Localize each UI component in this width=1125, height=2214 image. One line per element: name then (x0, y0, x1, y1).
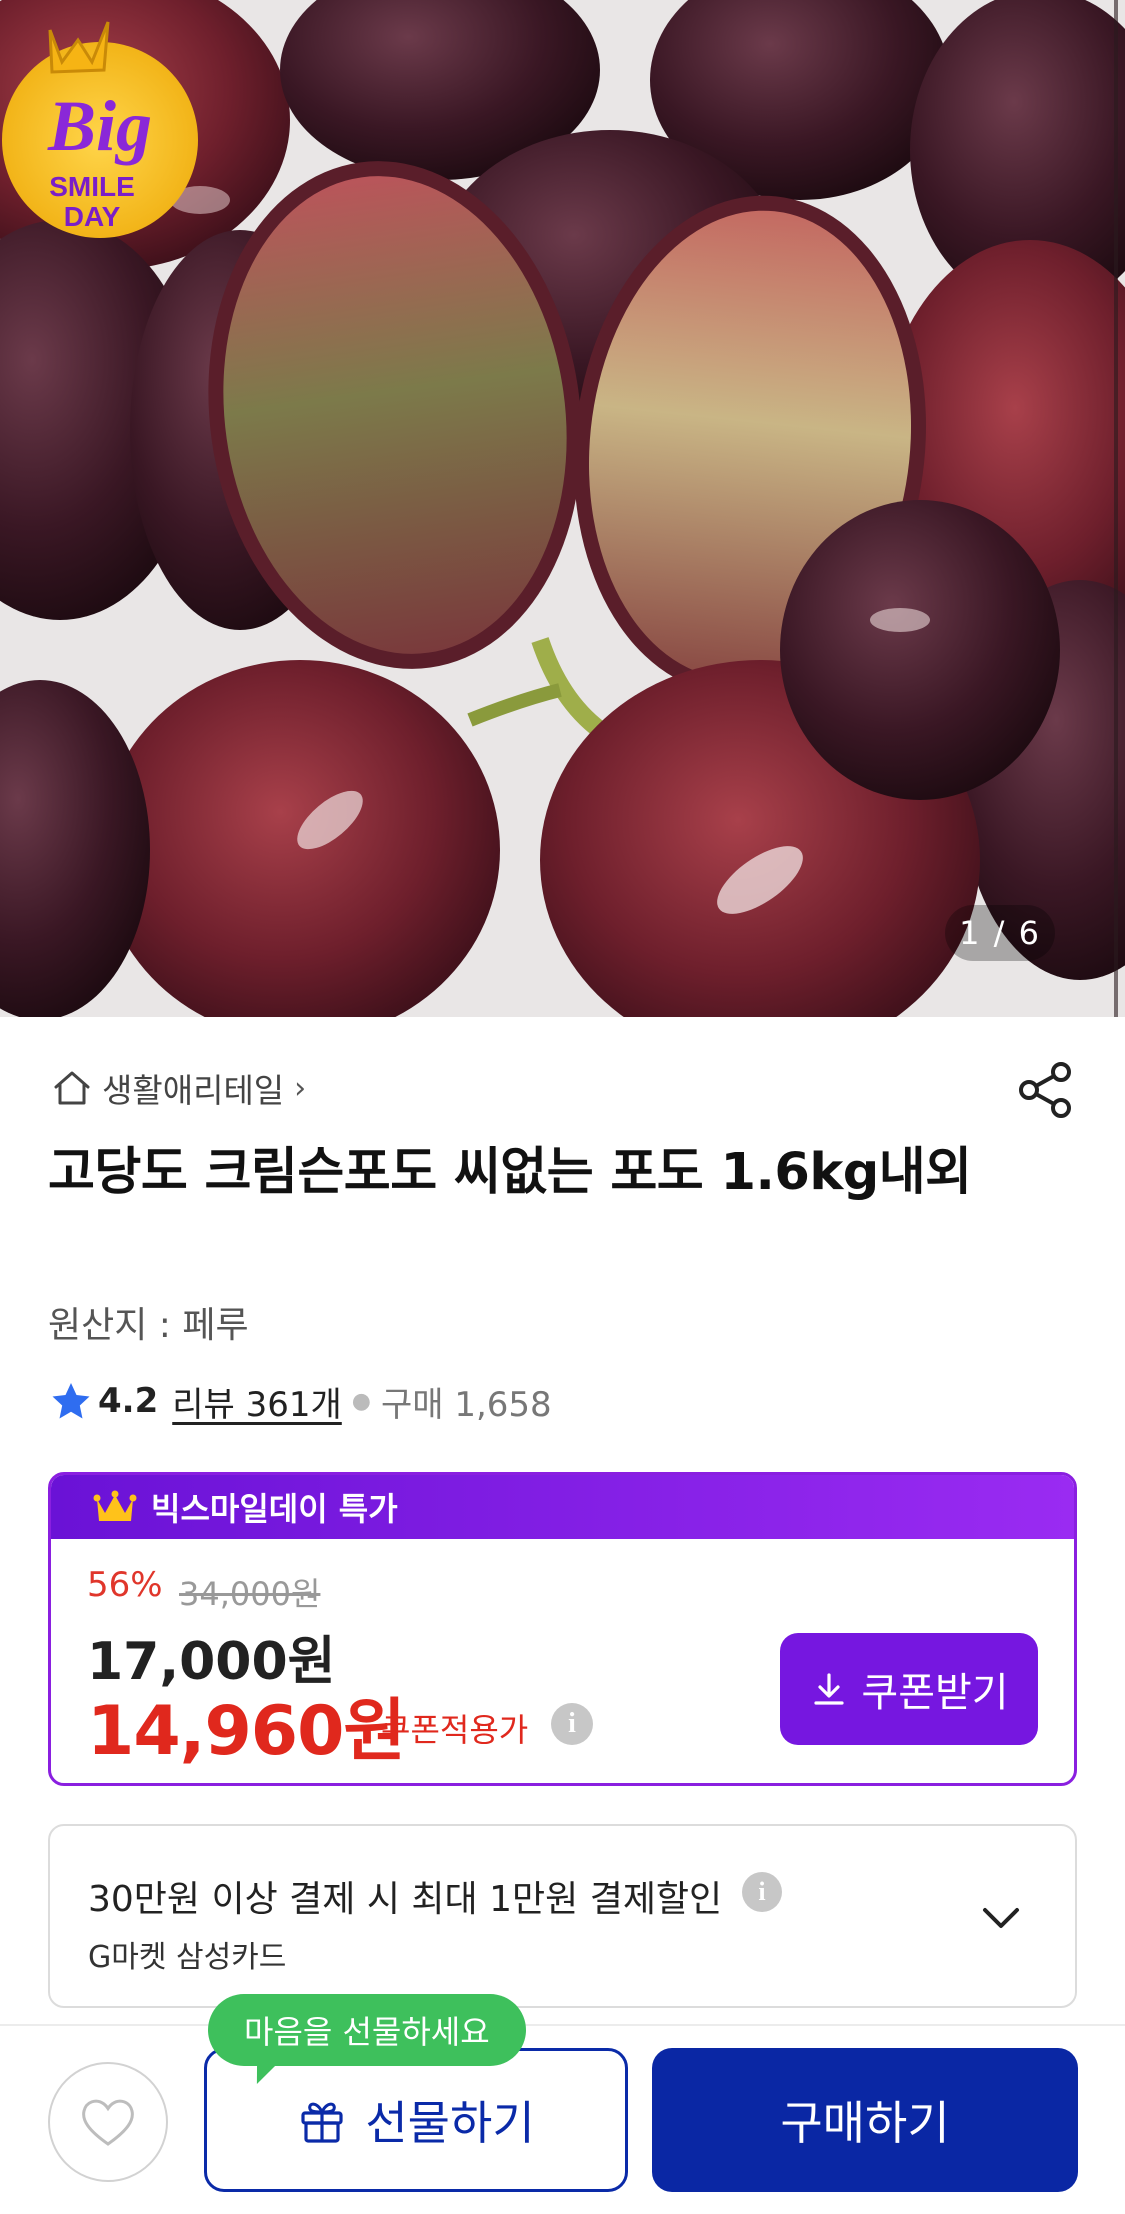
buy-button[interactable]: 구매하기 (652, 2048, 1078, 2192)
product-origin: 원산지 : 페루 (48, 1305, 249, 1346)
gift-button-label: 선물하기 (365, 2096, 535, 2150)
chevron-down-icon[interactable] (977, 1894, 1025, 1942)
breadcrumb-chevron: › (294, 1070, 307, 1106)
discount-rate: 56% (87, 1565, 163, 1605)
image-counter: 1 / 6 (945, 905, 1055, 961)
get-coupon-button[interactable]: 쿠폰받기 (780, 1633, 1038, 1745)
info-icon[interactable]: i (742, 1872, 782, 1912)
deal-box: 빅스마일데이 특가 56% 34,000원 17,000원 14,960원 쿠폰… (48, 1472, 1077, 1786)
svg-text:DAY: DAY (64, 201, 121, 232)
gift-icon (301, 2102, 343, 2143)
deal-title: 빅스마일데이 특가 (151, 1490, 398, 1528)
card-discount-box[interactable]: 30만원 이상 결제 시 최대 1만원 결제할인 i G마켓 삼성카드 (48, 1824, 1077, 2008)
wishlist-button[interactable] (48, 2062, 168, 2182)
card-discount-text: 30만원 이상 결제 시 최대 1만원 결제할인 (88, 1879, 723, 1920)
original-price: 34,000원 (179, 1575, 321, 1613)
heart-icon (82, 2099, 134, 2146)
svg-text:Big: Big (47, 86, 152, 166)
separator-dot: ● (351, 1388, 371, 1414)
svg-text:SMILE: SMILE (49, 171, 135, 202)
review-count-link[interactable]: 리뷰 361개 (172, 1377, 342, 1426)
bottom-action-bar: 선물하기 구매하기 (0, 2024, 1125, 2214)
breadcrumb-category[interactable]: 생활애리테일 (102, 1064, 284, 1112)
download-icon (814, 1673, 844, 1705)
star-icon (52, 1383, 90, 1419)
product-title: 고당도 크림슨포도 씨없는 포도 1.6kg내외 (48, 1143, 972, 1202)
info-icon[interactable]: i (551, 1703, 593, 1745)
product-image[interactable]: Big SMILE DAY 1 / 6 (0, 0, 1125, 1017)
coupon-price-label: 쿠폰적용가 (381, 1711, 529, 1749)
deal-header: 빅스마일데이 특가 (51, 1475, 1074, 1539)
rating-row: 4.2 리뷰 361개 ● 구매 1,658 (50, 1376, 552, 1426)
coupon-price: 14,960원 (87, 1692, 406, 1771)
card-name: G마켓 삼성카드 (88, 1940, 287, 1975)
get-coupon-label: 쿠폰받기 (861, 1670, 1009, 1716)
big-smile-day-logo: Big SMILE DAY (2, 21, 198, 238)
share-icon[interactable] (1015, 1060, 1075, 1120)
home-icon (54, 1071, 90, 1105)
purchase-count: 구매 1,658 (380, 1384, 552, 1425)
rating-value: 4.2 (98, 1381, 159, 1421)
deal-body: 56% 34,000원 17,000원 14,960원 쿠폰적용가 i 쿠폰받기 (51, 1539, 1074, 1783)
gift-tooltip: 마음을 선물하세요 (208, 1994, 526, 2066)
crown-icon (93, 1490, 137, 1521)
breadcrumb[interactable]: 생활애리테일 › (50, 1064, 306, 1112)
